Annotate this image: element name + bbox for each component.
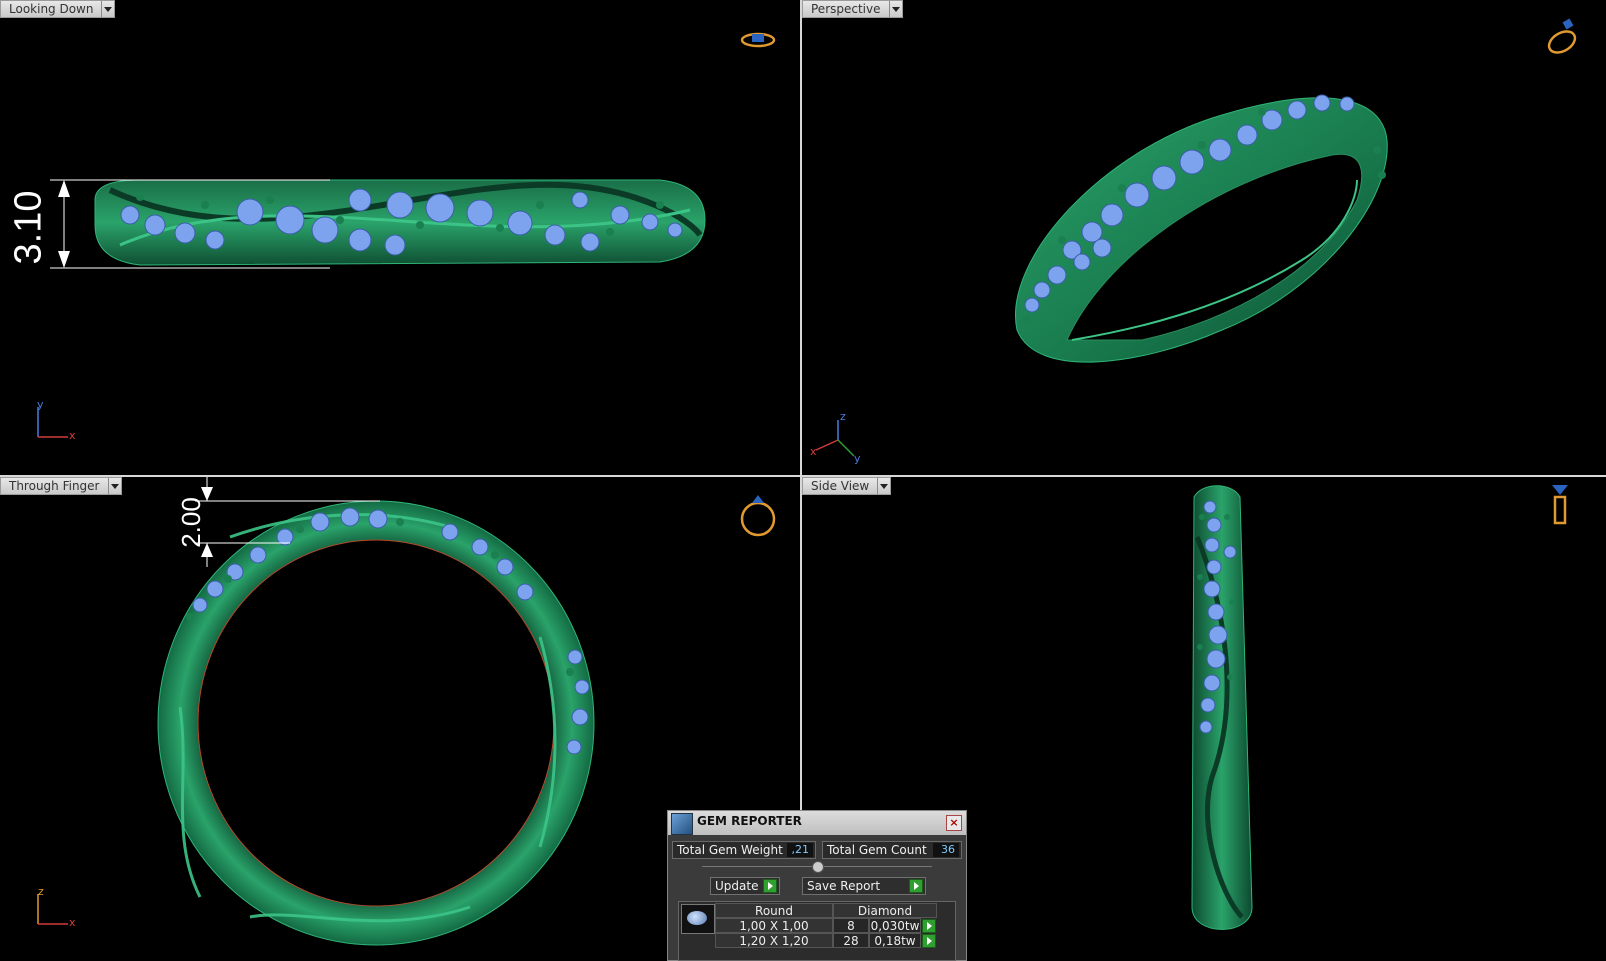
play-icon[interactable]: [763, 879, 777, 893]
axis-label-z: z: [38, 885, 44, 898]
gem-reporter-title: GEM REPORTER: [697, 814, 802, 828]
close-button[interactable]: ×: [946, 815, 962, 831]
chevron-down-icon[interactable]: [888, 1, 902, 17]
gem-count: 28: [833, 933, 869, 948]
axis-label-y: y: [854, 452, 861, 465]
dimension-label: 2.00: [175, 497, 206, 548]
viewport-divider-horizontal[interactable]: [0, 475, 1606, 477]
viewport-label-through-finger[interactable]: Through Finger: [0, 477, 122, 495]
update-button[interactable]: Update: [710, 877, 780, 895]
axis-label-y: y: [37, 398, 44, 411]
report-icon: [671, 813, 693, 835]
axis-label-z: z: [840, 410, 846, 423]
column-header-material: Diamond: [833, 903, 937, 918]
dimension-label: 3.10: [7, 190, 50, 265]
save-report-button[interactable]: Save Report: [802, 877, 926, 895]
viewport-title: Perspective: [811, 2, 881, 16]
viewport-looking-down[interactable]: Looking Down 3.10 y x: [0, 0, 800, 475]
viewport-title: Looking Down: [9, 2, 94, 16]
collapse-handle[interactable]: [812, 861, 824, 873]
gem-size: 1,00 X 1,00: [715, 918, 833, 933]
axis-label-x: x: [69, 916, 76, 929]
ring-perspective-view: [815, 18, 1577, 457]
row-details-button[interactable]: [922, 919, 936, 933]
row-details-button[interactable]: [922, 934, 936, 948]
axis-label-x: x: [69, 429, 76, 442]
play-icon[interactable]: [909, 879, 923, 893]
total-gem-count-field: Total Gem Count 36: [822, 841, 962, 859]
total-gem-weight-value: ,21: [787, 843, 813, 857]
axis-label-x: x: [810, 445, 817, 458]
column-header-shape: Round: [715, 903, 833, 918]
viewport-title: Through Finger: [9, 479, 100, 493]
total-gem-count-label: Total Gem Count: [827, 843, 927, 857]
gem-weight: 0,18tw: [869, 933, 921, 948]
viewport-label-side-view[interactable]: Side View: [802, 477, 892, 495]
chevron-down-icon[interactable]: [877, 478, 890, 494]
viewport-title: Side View: [811, 479, 870, 493]
gem-reporter-titlebar[interactable]: GEM REPORTER ×: [668, 811, 966, 835]
gem-reporter-panel: GEM REPORTER × Total Gem Weight ,21 Tota…: [667, 810, 967, 961]
total-gem-weight-label: Total Gem Weight: [677, 843, 783, 857]
gem-table: Round Diamond 1,00 X 1,00 8 0,030tw 1,20…: [678, 901, 956, 961]
gem-count: 8: [833, 918, 869, 933]
gem-size: 1,20 X 1,20: [715, 933, 833, 948]
update-label: Update: [715, 879, 759, 893]
total-gem-count-value: 36: [933, 843, 959, 857]
viewport-perspective[interactable]: Perspective z x y: [802, 0, 1606, 475]
round-gem-icon: [681, 904, 715, 934]
viewport-label-looking-down[interactable]: Looking Down: [0, 0, 116, 18]
save-report-label: Save Report: [807, 879, 881, 893]
ring-top-view: [37, 32, 776, 438]
chevron-down-icon[interactable]: [107, 478, 121, 494]
gem-weight: 0,030tw: [869, 918, 921, 933]
total-gem-weight-field: Total Gem Weight ,21: [672, 841, 816, 859]
chevron-down-icon[interactable]: [101, 1, 114, 17]
viewport-label-perspective[interactable]: Perspective: [802, 0, 903, 18]
